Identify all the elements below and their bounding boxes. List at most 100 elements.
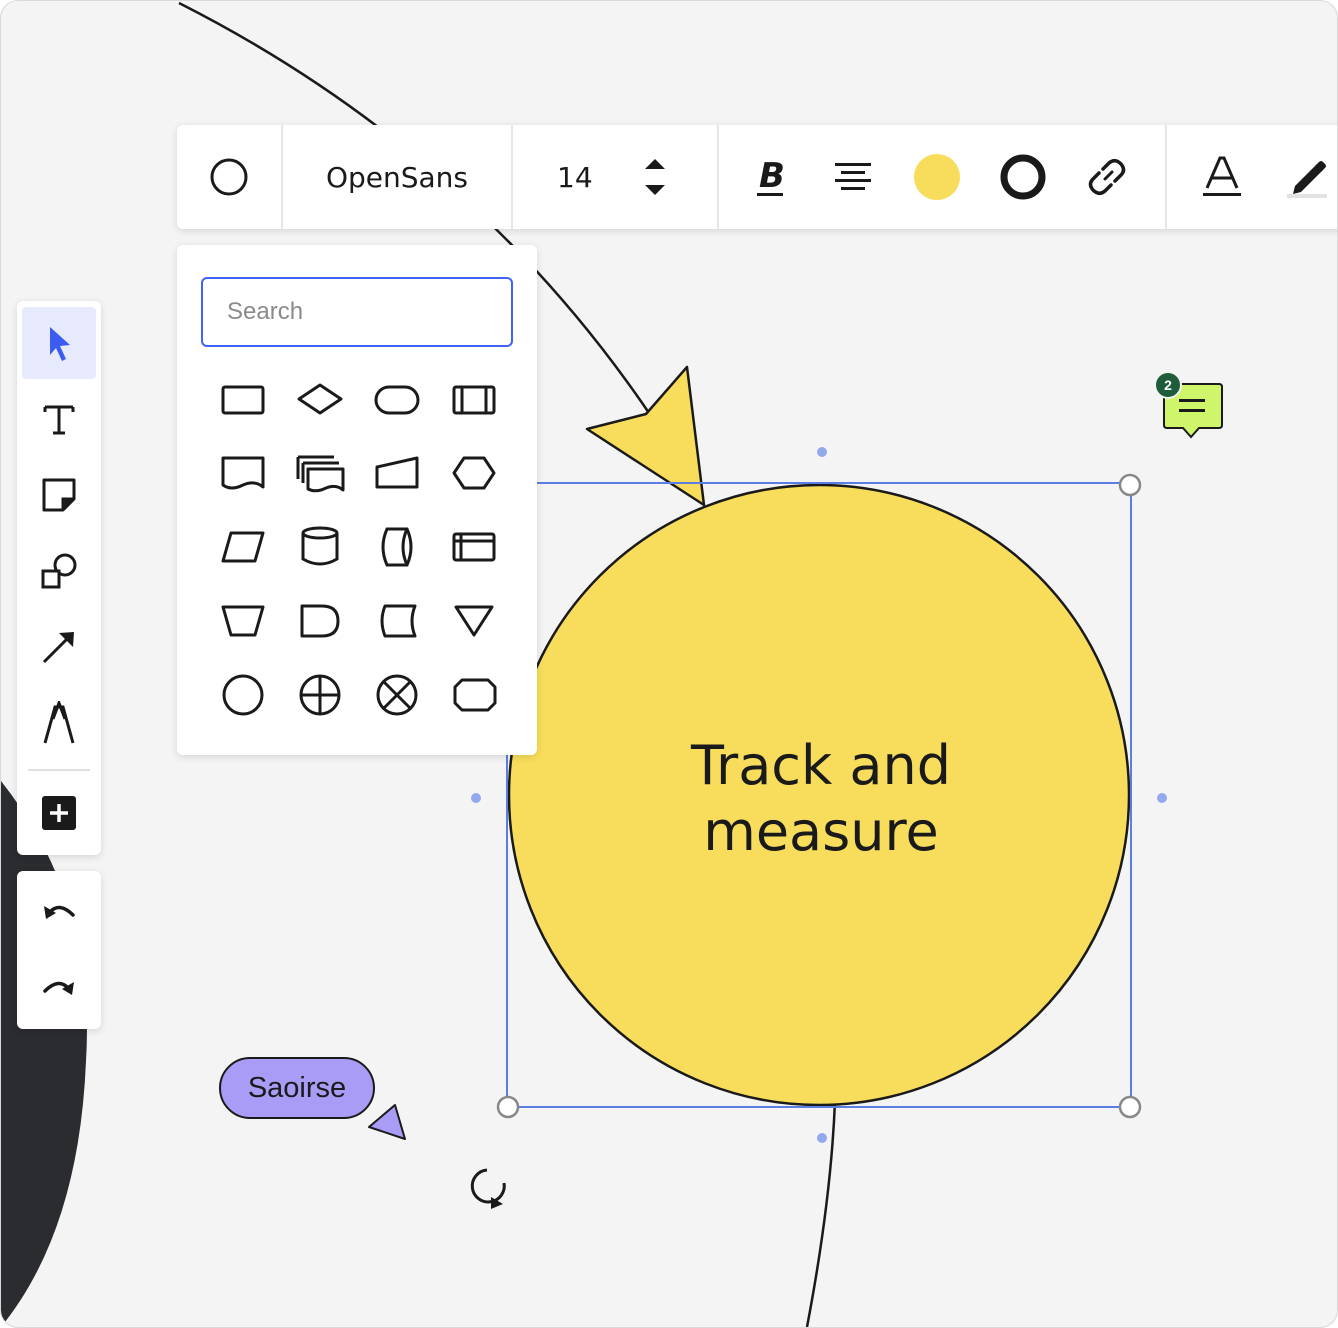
delay-icon	[300, 604, 340, 638]
svg-text:B: B	[759, 156, 785, 196]
connection-point-left	[471, 793, 481, 803]
connector-tool-button[interactable]	[22, 611, 96, 683]
undo-icon	[44, 905, 75, 919]
sticky-note-tool-button[interactable]	[22, 459, 96, 531]
font-size-stepper[interactable]	[643, 153, 667, 201]
parallelogram-icon	[221, 531, 265, 563]
history-toolbar	[17, 871, 101, 1029]
shapes-icon	[41, 553, 77, 589]
text-tool-button[interactable]	[22, 383, 96, 455]
shape-predefined-process[interactable]	[442, 369, 506, 429]
text-style-section	[1167, 125, 1337, 229]
shape-type-button[interactable]	[209, 157, 249, 197]
document-icon	[221, 456, 265, 490]
octagon-rounded-icon	[453, 678, 497, 712]
border-style-button[interactable]	[999, 153, 1047, 201]
connection-point-top	[817, 447, 827, 457]
shape-rounded-rectangle[interactable]	[365, 369, 429, 429]
cylinder-icon	[301, 526, 339, 566]
circle-x-icon	[376, 674, 418, 716]
shape-internal-storage[interactable]	[442, 517, 506, 577]
add-more-tools-button[interactable]	[22, 777, 96, 849]
toolbar-divider	[28, 769, 90, 771]
rounded-rectangle-icon	[374, 385, 420, 415]
triangle-down-icon	[454, 605, 494, 637]
rectangle-icon	[221, 385, 265, 415]
shape-diamond[interactable]	[288, 369, 352, 429]
circle-icon	[210, 158, 248, 196]
align-center-icon	[835, 163, 871, 190]
resize-handle-bottom-left	[496, 1095, 520, 1119]
shape-trapezoid[interactable]	[211, 591, 275, 651]
board-frame: Track and measure Saoirse 2 OpenSans 14	[0, 0, 1338, 1328]
shape-picker-panel	[177, 245, 537, 755]
shape-rectangle[interactable]	[211, 369, 275, 429]
shape-parallelogram[interactable]	[211, 517, 275, 577]
shape-circle-cross[interactable]	[288, 665, 352, 725]
stored-data-icon	[380, 604, 417, 638]
shape-circle[interactable]	[211, 665, 275, 725]
font-family-dropdown[interactable]: OpenSans	[326, 161, 468, 194]
undo-button[interactable]	[22, 877, 96, 949]
shapes-tool-button[interactable]	[22, 535, 96, 607]
shape-document[interactable]	[211, 443, 275, 503]
shape-horizontal-cylinder[interactable]	[365, 517, 429, 577]
circle-icon	[222, 674, 264, 716]
trapezoid-icon	[221, 605, 265, 637]
shape-delay[interactable]	[288, 591, 352, 651]
select-tool-button[interactable]	[22, 307, 96, 379]
shape-type-section	[177, 125, 283, 229]
context-toolbar: OpenSans 14 B	[177, 125, 1337, 229]
manual-input-icon	[375, 456, 419, 489]
highlighter-button[interactable]	[1285, 154, 1331, 200]
pen-icon	[43, 701, 75, 744]
pen-tool-button[interactable]	[22, 687, 96, 759]
bold-icon: B	[757, 156, 785, 196]
left-toolbar	[17, 301, 101, 855]
arrow-line-icon	[42, 632, 74, 664]
multiple-documents-icon	[296, 455, 345, 493]
font-family-section: OpenSans	[283, 125, 513, 229]
shape-hexagon[interactable]	[442, 443, 506, 503]
fill-color-button[interactable]	[913, 153, 961, 201]
rotate-icon	[470, 1168, 506, 1209]
link-icon	[1088, 159, 1126, 195]
fill-color-swatch	[914, 154, 960, 200]
text-color-icon	[1203, 156, 1241, 196]
font-size-value[interactable]: 14	[557, 161, 593, 194]
font-size-section: 14	[513, 125, 719, 229]
bold-button[interactable]: B	[749, 155, 793, 199]
internal-storage-icon	[452, 532, 496, 562]
text-color-button[interactable]	[1199, 154, 1245, 200]
shape-triangle-down[interactable]	[442, 591, 506, 651]
resize-handle-top-right	[1118, 473, 1142, 497]
sticky-note-icon	[42, 478, 76, 512]
shape-octagon-rounded[interactable]	[442, 665, 506, 725]
text-icon	[43, 405, 75, 435]
link-button[interactable]	[1085, 155, 1129, 199]
dark-background-shape	[1, 781, 87, 1327]
redo-icon	[43, 981, 74, 995]
cursor-arrow-icon	[50, 327, 70, 361]
shape-text-label[interactable]: Track and measure	[601, 733, 1041, 865]
shape-stored-data[interactable]	[365, 591, 429, 651]
connection-point-right	[1157, 793, 1167, 803]
plus-square-icon	[42, 796, 76, 830]
shape-circle-x[interactable]	[365, 665, 429, 725]
text-align-button[interactable]	[831, 155, 875, 199]
circle-cross-icon	[299, 674, 341, 716]
redo-button[interactable]	[22, 953, 96, 1025]
collaborator-cursor-icon	[368, 1104, 406, 1140]
shape-multiple-documents[interactable]	[288, 443, 352, 503]
resize-handle-bottom-right	[1118, 1095, 1142, 1119]
collaborator-name-tag: Saoirse	[219, 1057, 375, 1119]
stepper-arrows-icon	[644, 159, 665, 195]
border-style-icon	[1000, 154, 1046, 200]
style-section: B	[719, 125, 1167, 229]
shape-manual-input[interactable]	[365, 443, 429, 503]
connector-arrowhead	[585, 365, 706, 507]
hexagon-icon	[452, 456, 496, 490]
comment-count-badge: 2	[1156, 373, 1180, 397]
shape-cylinder[interactable]	[288, 517, 352, 577]
shape-search-input[interactable]	[201, 277, 513, 347]
